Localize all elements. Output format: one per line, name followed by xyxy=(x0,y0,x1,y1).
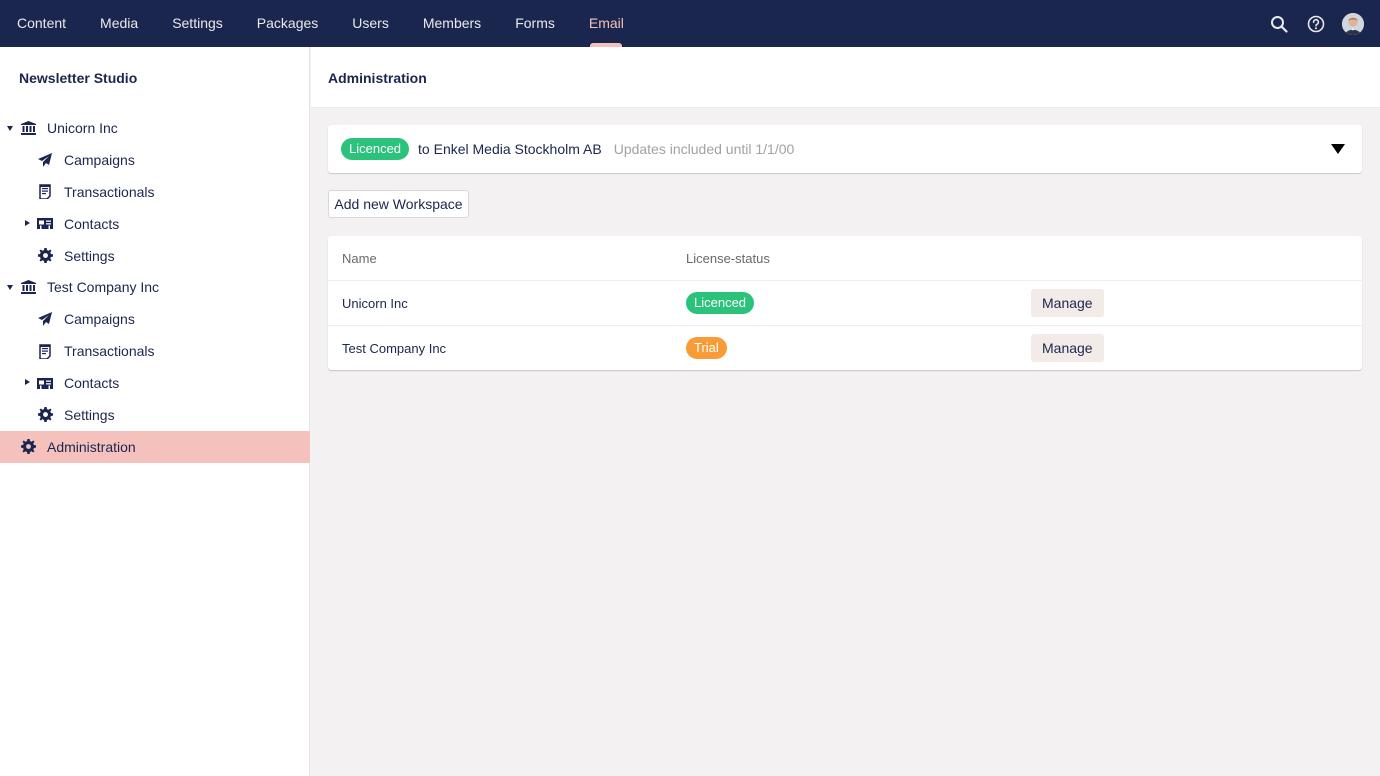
caret-right-icon[interactable] xyxy=(25,379,30,386)
header-actions xyxy=(1268,0,1364,47)
tree-item-settings[interactable]: Settings xyxy=(0,399,310,431)
tree-item-campaigns[interactable]: Campaigns xyxy=(0,144,310,176)
tree-label: Settings xyxy=(64,406,115,423)
license-status-cell: Licenced xyxy=(686,281,755,325)
tree-item-test-company-inc[interactable]: Test Company Inc xyxy=(0,271,310,303)
status-badge: Licenced xyxy=(686,292,755,314)
tree-label: Contacts xyxy=(64,215,120,232)
triangle-down-icon[interactable] xyxy=(1331,144,1345,154)
nav-email[interactable]: Email xyxy=(572,0,641,47)
caret-down-icon[interactable] xyxy=(7,285,13,291)
bank-icon xyxy=(20,120,36,136)
license-status-cell: Trial xyxy=(686,326,727,370)
tree-label: Settings xyxy=(64,247,115,264)
license-updates-info: Updates included until 1/1/00 xyxy=(613,141,795,157)
tree-label: Test Company Inc xyxy=(47,279,160,296)
column-header-name: Name xyxy=(342,250,377,266)
top-navigation-bar: Content Media Settings Packages Users Me… xyxy=(0,0,1380,47)
table-row: Test Company Inc Trial Manage xyxy=(328,325,1362,370)
search-icon[interactable] xyxy=(1268,13,1290,35)
contact-card-icon xyxy=(37,216,53,232)
tree-item-transactionals[interactable]: Transactionals xyxy=(0,335,310,367)
paper-plane-icon xyxy=(37,311,53,327)
gear-icon xyxy=(37,248,53,264)
action-cell: Manage xyxy=(1031,281,1104,325)
status-badge: Trial xyxy=(686,337,727,359)
license-panel: Licenced to Enkel Media Stockholm AB Upd… xyxy=(328,125,1362,173)
tree-item-contacts[interactable]: Contacts xyxy=(0,367,310,399)
workspaces-table: Name License-status Unicorn Inc Licenced… xyxy=(328,236,1362,370)
bank-icon xyxy=(20,279,36,295)
column-header-license-status: License-status xyxy=(686,250,770,266)
receipt-icon xyxy=(37,184,53,200)
main-nav: Content Media Settings Packages Users Me… xyxy=(0,0,641,47)
workspace-name: Unicorn Inc xyxy=(342,295,408,311)
tree-item-unicorn-inc[interactable]: Unicorn Inc xyxy=(0,112,310,144)
tree-item-settings[interactable]: Settings xyxy=(0,240,310,272)
workspace-name: Test Company Inc xyxy=(342,340,447,356)
nav-packages[interactable]: Packages xyxy=(240,0,335,47)
nav-users[interactable]: Users xyxy=(335,0,406,47)
sidebar-tree: Unicorn Inc Campaigns Transactionals Con… xyxy=(0,112,310,463)
nav-forms[interactable]: Forms xyxy=(498,0,572,47)
tree-item-contacts[interactable]: Contacts xyxy=(0,208,310,240)
tree-item-administration[interactable]: Administration xyxy=(0,430,310,463)
tree-label: Transactionals xyxy=(64,343,155,360)
paper-plane-icon xyxy=(37,152,53,168)
sidebar: Newsletter Studio Unicorn Inc Campaigns … xyxy=(0,47,310,776)
sidebar-title: Newsletter Studio xyxy=(19,70,138,86)
nav-members[interactable]: Members xyxy=(406,0,498,47)
manage-button[interactable]: Manage xyxy=(1031,289,1104,317)
table-header-row: Name License-status xyxy=(328,236,1362,280)
manage-button[interactable]: Manage xyxy=(1031,334,1104,362)
tree-label: Administration xyxy=(47,438,136,455)
tree-label: Campaigns xyxy=(64,311,135,328)
caret-right-icon[interactable] xyxy=(25,219,30,226)
main-header: Administration xyxy=(311,47,1380,108)
tree-label: Campaigns xyxy=(64,151,135,168)
tree-label: Unicorn Inc xyxy=(47,119,118,136)
help-icon[interactable] xyxy=(1305,13,1327,35)
license-holder: to Enkel Media Stockholm AB xyxy=(418,141,602,157)
action-cell: Manage xyxy=(1031,326,1104,370)
gear-icon xyxy=(37,407,53,423)
gear-icon xyxy=(20,439,36,455)
tree-label: Transactionals xyxy=(64,183,155,200)
nav-content[interactable]: Content xyxy=(0,0,83,47)
page-title: Administration xyxy=(328,70,427,86)
caret-down-icon[interactable] xyxy=(7,126,13,131)
tree-label: Contacts xyxy=(64,375,120,392)
user-avatar[interactable] xyxy=(1342,12,1364,35)
receipt-icon xyxy=(37,343,53,359)
license-status-badge: Licenced xyxy=(341,138,410,160)
contact-card-icon xyxy=(37,375,53,391)
tree-item-campaigns[interactable]: Campaigns xyxy=(0,303,310,335)
nav-settings[interactable]: Settings xyxy=(155,0,240,47)
add-workspace-button[interactable]: Add new Workspace xyxy=(328,190,469,218)
tree-item-transactionals[interactable]: Transactionals xyxy=(0,176,310,208)
nav-media[interactable]: Media xyxy=(83,0,155,47)
table-row: Unicorn Inc Licenced Manage xyxy=(328,280,1362,325)
